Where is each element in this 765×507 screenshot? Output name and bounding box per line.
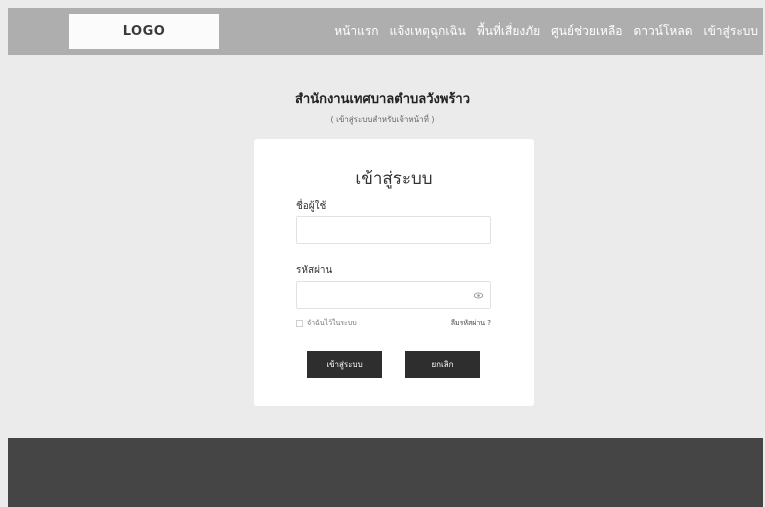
username-label: ชื่อผู้ใช้ (296, 201, 327, 212)
password-field[interactable] (296, 281, 491, 309)
login-card: เข้าสู่ระบบ ชื่อผู้ใช้ รหัสผ่าน จำฉันไว้… (254, 139, 534, 406)
remember-checkbox[interactable] (296, 320, 303, 327)
remember-label: จำฉันไว้ในระบบ (307, 319, 357, 327)
login-title: เข้าสู่ระบบ (355, 169, 433, 189)
remember-me[interactable]: จำฉันไว้ในระบบ (296, 318, 357, 329)
cancel-button[interactable]: ยกเลิก (405, 351, 480, 378)
org-subtitle: ( เข้าสู่ระบบสำหรับเจ้าหน้าที่ ) (330, 115, 435, 124)
login-button[interactable]: เข้าสู่ระบบ (307, 351, 382, 378)
eye-icon[interactable] (474, 291, 483, 300)
org-title: สำนักงานเทศบาลตำบลวังพร้าว (294, 92, 471, 107)
nav-item-risk-areas[interactable]: พื้นที่เสี่ยงภัย (477, 22, 540, 41)
username-field[interactable] (296, 216, 491, 244)
logo[interactable]: LOGO (69, 14, 219, 49)
nav-item-emergency-report[interactable]: แจ้งเหตุฉุกเฉิน (390, 22, 466, 41)
nav-item-download[interactable]: ดาวน์โหลด (634, 22, 693, 41)
footer (8, 438, 763, 507)
password-label: รหัสผ่าน (296, 265, 333, 276)
logo-text: LOGO (122, 24, 166, 39)
top-header: LOGO หน้าแรก แจ้งเหตุฉุกเฉิน พื้นที่เสี่… (8, 8, 763, 55)
nav-item-login[interactable]: เข้าสู่ระบบ (704, 22, 759, 41)
nav-item-help-center[interactable]: ศูนย์ช่วยเหลือ (551, 22, 622, 41)
forgot-password-link[interactable]: ลืมรหัสผ่าน ? (451, 318, 491, 329)
page-heading: สำนักงานเทศบาลตำบลวังพร้าว ( เข้าสู่ระบบ… (0, 88, 765, 126)
main-nav: หน้าแรก แจ้งเหตุฉุกเฉิน พื้นที่เสี่ยงภัย… (334, 8, 758, 55)
nav-item-home[interactable]: หน้าแรก (334, 22, 378, 41)
